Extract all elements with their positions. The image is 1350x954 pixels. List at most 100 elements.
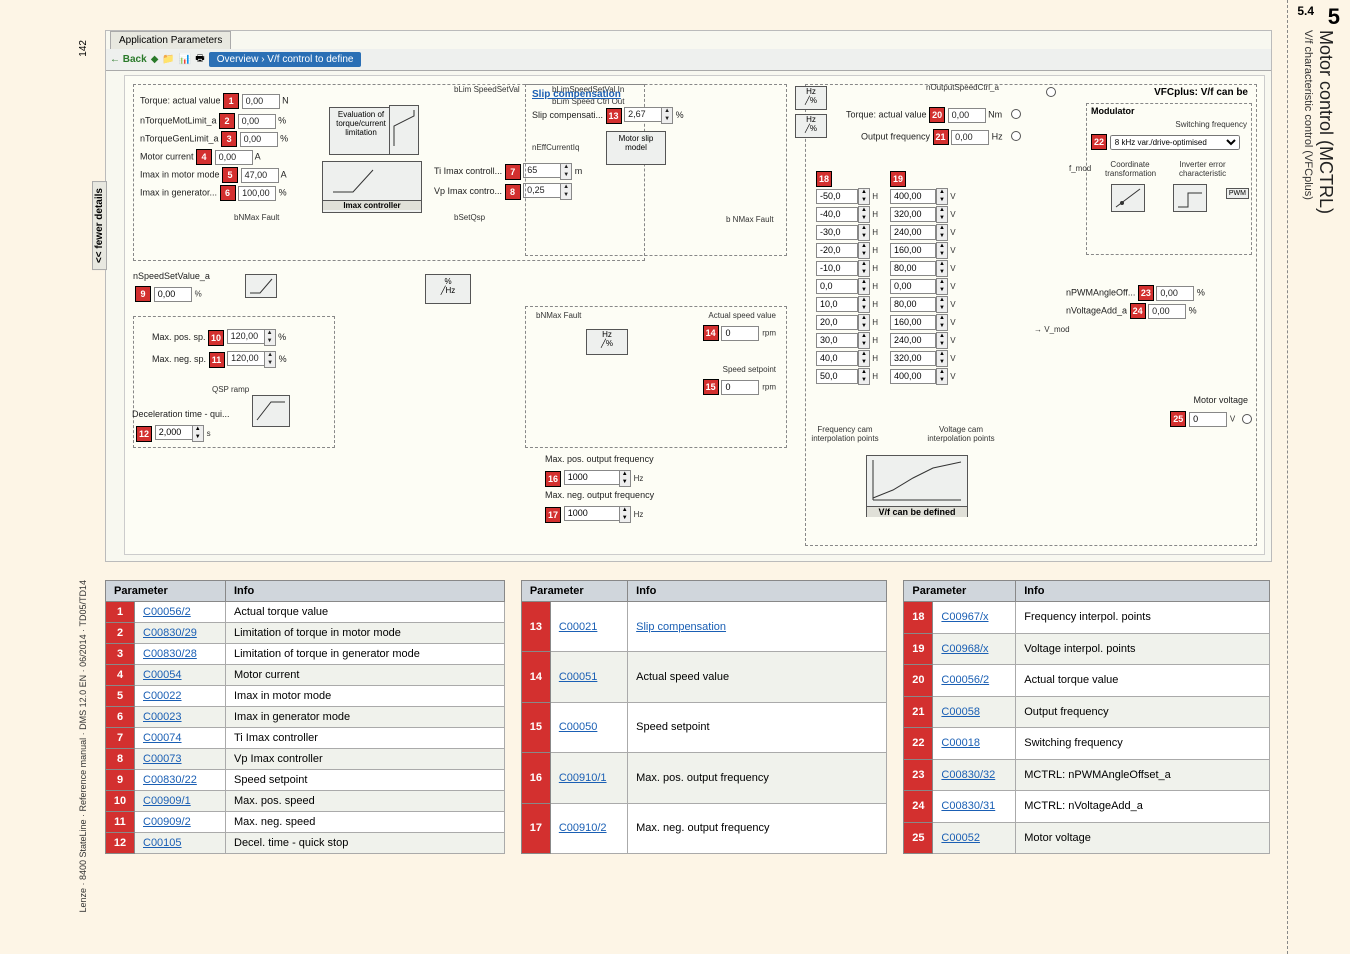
param-code-link[interactable]: C00056/2: [941, 674, 989, 686]
unit: %: [278, 332, 286, 342]
volt-point-row[interactable]: 80,00▲▼ V: [890, 260, 956, 277]
node: [1011, 131, 1021, 141]
param-code-link[interactable]: C00830/22: [143, 774, 197, 786]
spinner-max-neg-sp[interactable]: 120,00 ▲▼: [227, 351, 276, 368]
volt-point-row[interactable]: 400,00▲▼ V: [890, 368, 956, 385]
volt-point-row[interactable]: 240,00▲▼ V: [890, 224, 956, 241]
field[interactable]: 120,00: [227, 351, 264, 366]
subchapter-number: 5.4: [1297, 4, 1314, 18]
unit: %: [278, 115, 286, 125]
unit: Hz: [634, 474, 644, 483]
spinner-max-pos-out-freq[interactable]: 1000 ▲▼: [564, 470, 631, 487]
volt-point-row[interactable]: 80,00▲▼ V: [890, 296, 956, 313]
freq-point-row[interactable]: -40,0▲▼ H: [816, 206, 878, 223]
freq-point-row[interactable]: 20,0▲▼ H: [816, 314, 878, 331]
param-code-link[interactable]: C00909/2: [143, 816, 191, 828]
param-code-link[interactable]: C00967/x: [941, 611, 988, 623]
param-code-link[interactable]: C00830/32: [941, 769, 995, 781]
spinner-decel-time[interactable]: 2,000 ▲▼: [155, 425, 204, 442]
spinner-max-neg-out-freq[interactable]: 1000 ▲▼: [564, 506, 631, 523]
spinner-max-pos-sp[interactable]: 120,00 ▲▼: [227, 329, 276, 346]
param-code-link[interactable]: C00050: [559, 721, 598, 733]
freq-point-row[interactable]: 40,0▲▼ H: [816, 350, 878, 367]
param-code-link[interactable]: C00105: [143, 837, 182, 849]
param-code-link[interactable]: C00830/28: [143, 648, 197, 660]
slip-compensation-group: Slip compensation Slip compensati... 13 …: [525, 84, 787, 256]
cell-code: C00909/2: [135, 812, 226, 833]
unit: %: [676, 110, 684, 120]
nav-folder-icon[interactable]: 📁: [162, 54, 174, 65]
param-code-link[interactable]: C00022: [143, 690, 182, 702]
freq-point-row[interactable]: 10,0▲▼ H: [816, 296, 878, 313]
badge-24: 24: [1130, 303, 1146, 319]
volt-point-row[interactable]: 320,00▲▼ V: [890, 206, 956, 223]
freq-point-row[interactable]: 30,0▲▼ H: [816, 332, 878, 349]
param-code-link[interactable]: C00909/1: [143, 795, 191, 807]
field: 0,00: [240, 132, 278, 147]
row-badge: 16: [521, 753, 550, 803]
table-row: 14C00051Actual speed value: [521, 652, 887, 702]
freq-point-row[interactable]: 0,0▲▼ H: [816, 278, 878, 295]
volt-point-row[interactable]: 160,00▲▼ V: [890, 242, 956, 259]
freq-point-row[interactable]: -30,0▲▼ H: [816, 224, 878, 241]
badge-23: 23: [1138, 285, 1154, 301]
field[interactable]: 2,67: [624, 107, 661, 122]
param-code-link[interactable]: C00073: [143, 753, 182, 765]
nav-print-icon[interactable]: 🖶: [195, 51, 204, 68]
param-code-link[interactable]: C00056/2: [143, 606, 191, 618]
volt-point-row[interactable]: 0,00▲▼ V: [890, 278, 956, 295]
volt-point-row[interactable]: 160,00▲▼ V: [890, 314, 956, 331]
field: 100,00: [238, 186, 276, 201]
param-code-link[interactable]: C00830/29: [143, 627, 197, 639]
table-row: 19C00968/xVoltage interpol. points: [904, 633, 1270, 665]
param-code-link[interactable]: C00968/x: [941, 643, 988, 655]
param-code-link[interactable]: C00830/31: [941, 800, 995, 812]
table-row: 10C00909/1Max. pos. speed: [106, 791, 505, 812]
app-window: Application Parameters ← Back ◆ 📁 📊 🖶 Ov…: [105, 30, 1272, 562]
cell-info: Speed setpoint: [226, 770, 505, 791]
field: 0,00: [154, 287, 192, 302]
nav-chart-icon[interactable]: 📊: [179, 54, 191, 65]
freq-point-row[interactable]: -10,0▲▼ H: [816, 260, 878, 277]
breadcrumb[interactable]: Overview › V/f control to define: [209, 52, 362, 67]
field[interactable]: 1000: [564, 506, 619, 521]
chapter-number: 5: [1328, 4, 1340, 30]
cell-info: Motor current: [226, 665, 505, 686]
field: 0,00: [1156, 286, 1194, 301]
row-badge: 6: [106, 707, 135, 728]
nav-prev-icon[interactable]: ◆: [151, 54, 159, 65]
param-code-link[interactable]: C00058: [941, 706, 980, 718]
row-badge: 14: [521, 652, 550, 702]
info-link[interactable]: Slip compensation: [636, 621, 726, 633]
tab-application-parameters[interactable]: Application Parameters: [110, 31, 231, 49]
param-code-link[interactable]: C00910/1: [559, 772, 607, 784]
field[interactable]: 2,000: [155, 425, 192, 440]
cell-info: Limitation of torque in generator mode: [226, 644, 505, 665]
fewer-details-toggle[interactable]: << fewer details: [92, 181, 107, 270]
volt-point-row[interactable]: 240,00▲▼ V: [890, 332, 956, 349]
row-badge: 12: [106, 833, 135, 854]
param-code-link[interactable]: C00021: [559, 621, 598, 633]
spinner-slip-comp[interactable]: 2,67 ▲▼: [624, 107, 673, 124]
volt-point-row[interactable]: 320,00▲▼ V: [890, 350, 956, 367]
param-code-link[interactable]: C00052: [941, 832, 980, 844]
badge-21: 21: [933, 129, 949, 145]
freq-point-row[interactable]: -20,0▲▼ H: [816, 242, 878, 259]
field[interactable]: 1000: [564, 470, 619, 485]
field[interactable]: 120,00: [227, 329, 264, 344]
param-code-link[interactable]: C00018: [941, 737, 980, 749]
freq-point-row[interactable]: 50,0▲▼ H: [816, 368, 878, 385]
row-badge: 19: [904, 633, 933, 665]
param-code-link[interactable]: C00054: [143, 669, 182, 681]
row-max-pos-sp: Max. pos. sp. 10 120,00 ▲▼ %: [152, 329, 286, 346]
param-code-link[interactable]: C00074: [143, 732, 182, 744]
param-code-link[interactable]: C00023: [143, 711, 182, 723]
param-code-link[interactable]: C00051: [559, 671, 598, 683]
select-switching-freq[interactable]: 8 kHz var./drive-optimised: [1110, 135, 1240, 150]
label: Max. pos. sp.: [152, 332, 206, 342]
volt-point-row[interactable]: 400,00▲▼ V: [890, 188, 956, 205]
slip-comp-title[interactable]: Slip compensation: [532, 89, 621, 100]
freq-point-row[interactable]: -50,0▲▼ H: [816, 188, 878, 205]
param-code-link[interactable]: C00910/2: [559, 822, 607, 834]
back-button[interactable]: ← Back: [110, 54, 147, 65]
